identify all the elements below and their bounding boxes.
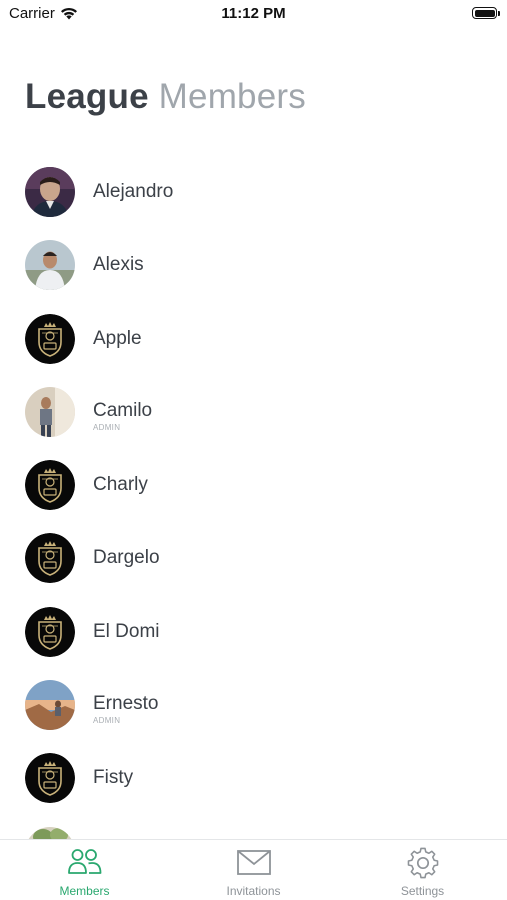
member-name: Alejandro (93, 181, 174, 202)
member-name: Apple (93, 327, 142, 349)
admin-badge: ADMIN (93, 422, 121, 432)
envelope-icon (236, 847, 272, 879)
battery-icon (472, 7, 500, 19)
member-name: Camilo (93, 399, 153, 421)
page-title-light: Members (158, 77, 306, 116)
member-name: Charly (93, 474, 148, 496)
member-name: El Domi (93, 620, 160, 642)
member-row-apple[interactable]: Apple (0, 302, 507, 375)
page-title: League Members (25, 77, 306, 117)
member-row-alexis[interactable]: Alexis (0, 228, 507, 301)
league-crest-icon (25, 460, 75, 511)
avatar-photo-icon (25, 826, 75, 840)
status-bar: Carrier 11:12 PM (0, 0, 507, 30)
tab-members[interactable]: Members (0, 840, 169, 900)
league-crest-icon (25, 533, 75, 584)
member-name: Fisty (93, 767, 134, 789)
member-row-partial[interactable] (0, 815, 507, 840)
member-row-camilo[interactable]: Camilo ADMIN (0, 375, 507, 448)
member-name: Ernesto (93, 693, 159, 715)
tab-settings[interactable]: Settings (338, 840, 507, 900)
tab-invitations[interactable]: Invitations (169, 840, 338, 900)
member-row-alejandro[interactable]: Alejandro (0, 155, 507, 228)
tab-bar: Members Invitations Settings (0, 839, 507, 900)
members-icon (67, 847, 103, 879)
member-name: Dargelo (93, 547, 160, 569)
admin-badge: ADMIN (93, 716, 121, 726)
tab-label: Members (59, 884, 110, 898)
league-crest-icon (25, 753, 75, 804)
page-title-strong: League (25, 77, 149, 116)
league-crest-icon (25, 606, 75, 657)
status-time: 11:12 PM (221, 5, 286, 22)
tab-label: Settings (400, 884, 445, 898)
member-row-dargelo[interactable]: Dargelo (0, 521, 507, 594)
avatar-photo-icon (25, 240, 75, 291)
member-name: Alexis (93, 254, 144, 276)
avatar-photo-icon (25, 680, 75, 731)
member-row-el-domi[interactable]: El Domi (0, 595, 507, 668)
league-crest-icon (25, 313, 75, 364)
avatar-photo-icon (25, 167, 75, 217)
gear-icon (405, 847, 441, 879)
tab-label: Invitations (226, 884, 281, 898)
avatar-photo-icon (25, 386, 75, 437)
member-row-charly[interactable]: Charly (0, 448, 507, 521)
member-row-ernesto[interactable]: Ernesto ADMIN (0, 668, 507, 741)
member-list[interactable]: Alejandro Alexis Apple Camilo ADMIN Char… (0, 155, 507, 840)
member-row-fisty[interactable]: Fisty (0, 741, 507, 814)
